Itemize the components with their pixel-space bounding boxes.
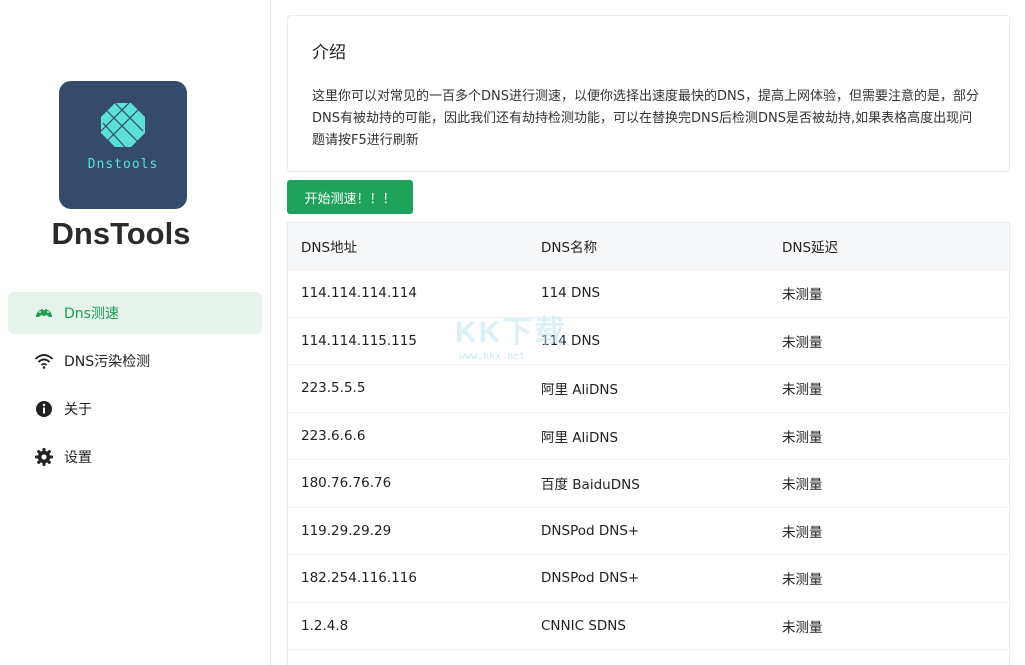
cell-dns-latency: 未测量: [782, 429, 823, 446]
table-row[interactable]: 1.2.4.8 CNNIC SDNS 未测量: [288, 603, 1009, 650]
cell-dns-latency: 未测量: [782, 619, 823, 636]
cell-dns-latency: 未测量: [782, 334, 823, 351]
logo-caption: Dnstools: [87, 157, 159, 172]
cell-dns-latency: 未测量: [782, 572, 823, 589]
sidebar-item-about[interactable]: 关于: [8, 388, 262, 430]
sidebar-item-dns-pollution[interactable]: DNS污染检测: [8, 340, 262, 382]
table-row[interactable]: 223.5.5.5 阿里 AliDNS 未测量: [288, 365, 1009, 413]
sidebar-item-label: 关于: [64, 402, 92, 418]
column-header-address[interactable]: DNS地址: [288, 236, 528, 256]
app-logo: Dnstools: [59, 81, 187, 209]
table-row[interactable]: 223.6.6.6 阿里 AliDNS 未测量: [288, 413, 1009, 460]
column-header-name[interactable]: DNS名称: [528, 236, 769, 256]
sidebar-item-label: DNS污染检测: [64, 354, 151, 370]
table-row[interactable]: 182.254.116.116 DNSPod DNS+ 未测量: [288, 555, 1009, 603]
cell-dns-name: DNSPod DNS+: [541, 570, 640, 587]
cell-dns-name: 114 DNS: [541, 332, 601, 349]
table-row[interactable]: 119.29.29.29 DNSPod DNS+ 未测量: [288, 508, 1009, 555]
cell-dns-address: 182.254.116.116: [301, 570, 417, 587]
table-row[interactable]: 114.114.114.114 114 DNS 未测量: [288, 270, 1009, 318]
cell-dns-address: 223.5.5.5: [301, 380, 366, 397]
sidebar-item-label: Dns测速: [64, 306, 119, 322]
cell-dns-name: 阿里 AliDNS: [541, 429, 619, 446]
cell-dns-name: DNSPod DNS+: [541, 522, 640, 539]
cell-dns-latency: 未测量: [782, 382, 823, 399]
sidebar-item-label: 设置: [64, 450, 92, 466]
cell-dns-name: 阿里 AliDNS: [541, 382, 619, 399]
cell-dns-latency: 未测量: [782, 477, 823, 494]
dns-table: DNS地址 DNS名称 DNS延迟 114.114.114.114 114 DNS…: [287, 222, 1010, 665]
intro-card: 介绍 这里你可以对常见的一百多个DNS进行测速，以便你选择出速度最快的DNS，提…: [287, 15, 1010, 172]
sidebar: Dnstools DnsTools Dns测速 DNS污染检测 关于 设置: [0, 0, 271, 665]
wifi-icon: [34, 351, 54, 371]
cell-dns-address: 223.6.6.6: [301, 427, 366, 444]
cell-dns-name: 百度 BaiduDNS: [541, 477, 640, 494]
app-window: Dnstools DnsTools Dns测速 DNS污染检测 关于 设置 介绍…: [0, 0, 1025, 665]
intro-title: 介绍: [312, 43, 346, 63]
cell-dns-name: 114 DNS: [541, 285, 601, 302]
table-body: 114.114.114.114 114 DNS 未测量 114.114.115.115…: [288, 270, 1009, 650]
column-header-latency[interactable]: DNS延迟: [769, 236, 1009, 256]
sidebar-item-settings[interactable]: 设置: [8, 436, 262, 478]
info-icon: [34, 399, 54, 419]
speedometer-icon: [34, 303, 54, 323]
cell-dns-address: 1.2.4.8: [301, 617, 349, 634]
table-row[interactable]: 180.76.76.76 百度 BaiduDNS 未测量: [288, 460, 1009, 508]
cell-dns-address: 114.114.115.115: [301, 332, 417, 349]
sidebar-nav: Dns测速 DNS污染检测 关于 设置: [8, 292, 262, 484]
logo-octagon-icon: [100, 102, 145, 148]
table-header-row: DNS地址 DNS名称 DNS延迟: [288, 223, 1009, 270]
sidebar-item-dns-speed[interactable]: Dns测速: [8, 292, 262, 334]
cell-dns-latency: 未测量: [782, 287, 823, 304]
app-name: DnsTools: [51, 216, 191, 251]
cell-dns-address: 114.114.114.114: [301, 285, 417, 302]
table-row[interactable]: 114.114.115.115 114 DNS 未测量: [288, 318, 1009, 365]
cell-dns-address: 180.76.76.76: [301, 475, 392, 492]
intro-text: 这里你可以对常见的一百多个DNS进行测速，以便你选择出速度最快的DNS，提高上网…: [312, 89, 979, 148]
cell-dns-latency: 未测量: [782, 524, 823, 541]
gear-icon: [34, 447, 54, 467]
cell-dns-name: CNNIC SDNS: [541, 617, 626, 634]
cell-dns-address: 119.29.29.29: [301, 522, 392, 539]
start-speed-test-button[interactable]: 开始测速！！！: [287, 180, 413, 214]
